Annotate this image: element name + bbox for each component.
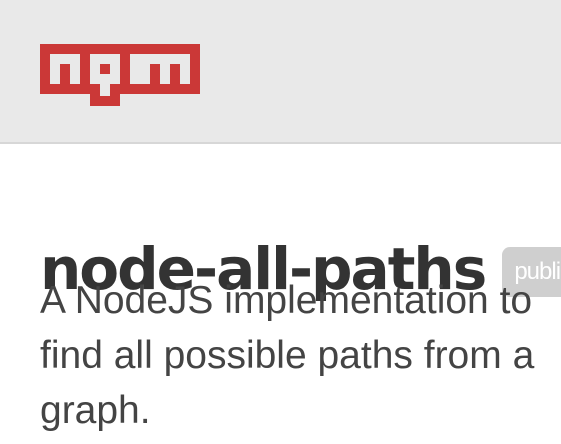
package-title-row: node-all-paths public [40,190,561,303]
npm-logo[interactable]: npm [40,44,200,106]
site-header: npm [0,0,561,144]
npm-package-page: npm node-all-paths public A NodeJS imple… [0,0,561,444]
package-description: A NodeJS implementation to find all poss… [40,279,535,432]
